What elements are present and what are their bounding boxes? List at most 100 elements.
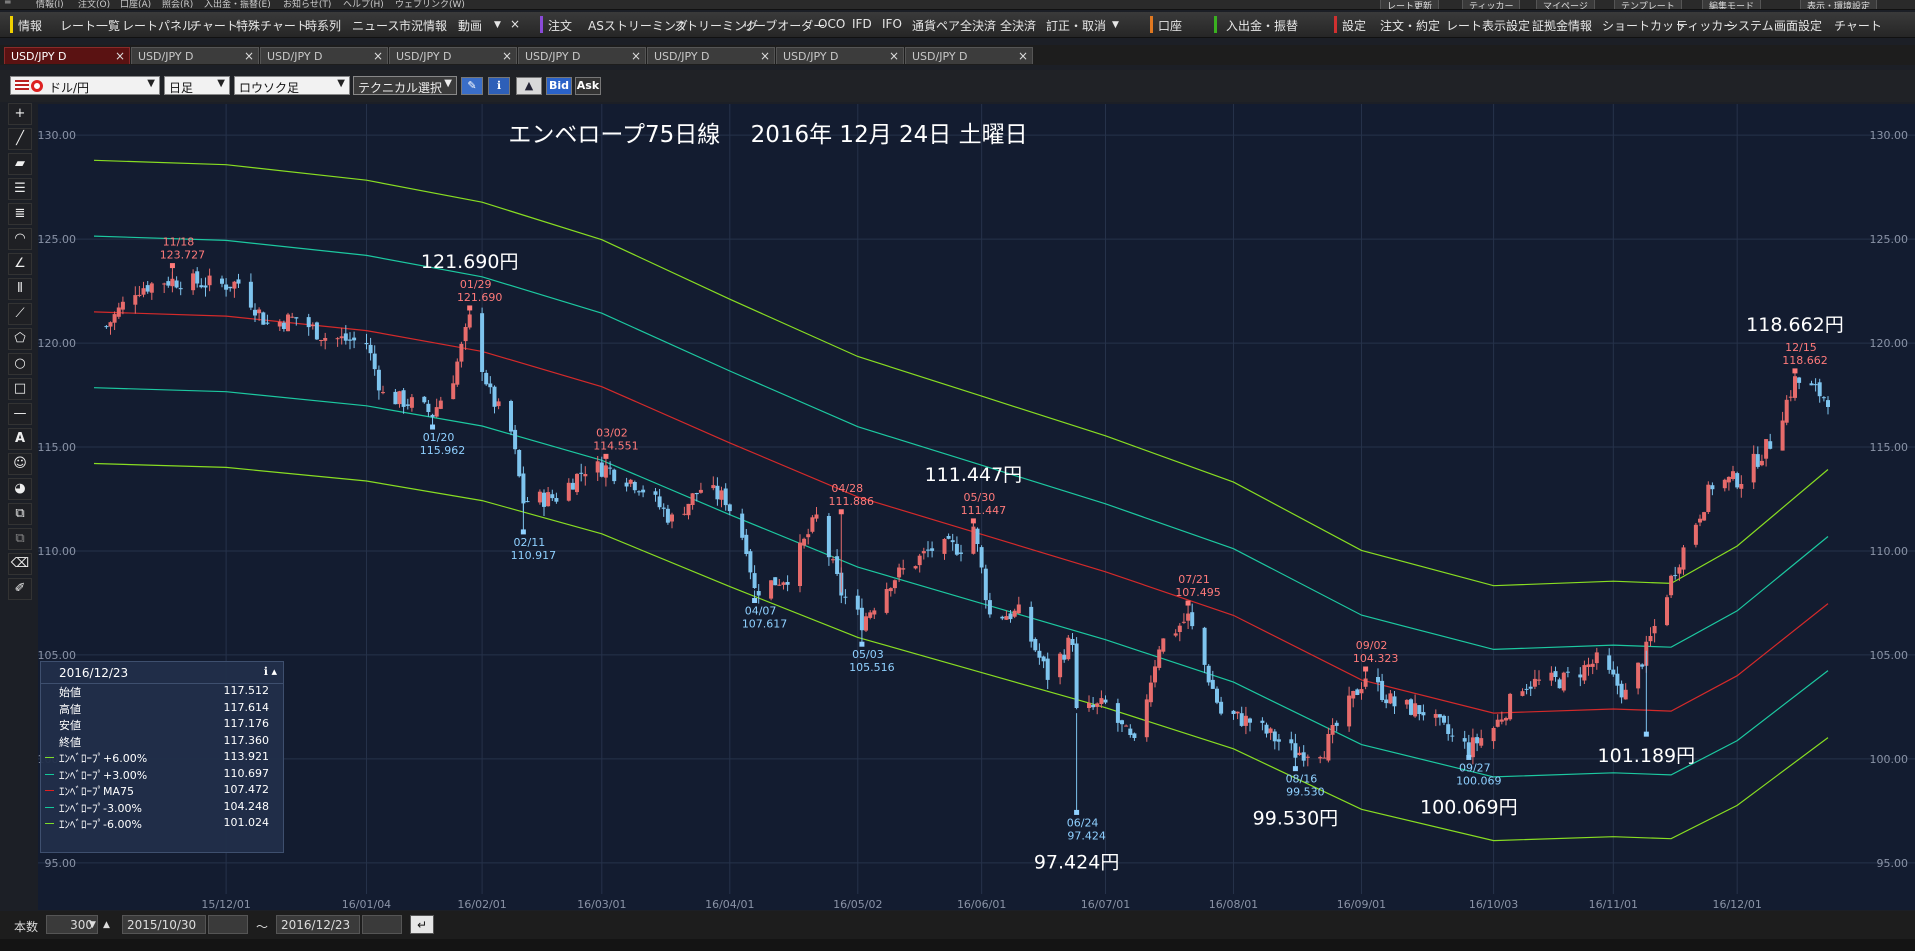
toolbar-order-dropdown-icon[interactable]: ▼ bbox=[1112, 20, 1119, 30]
app-menu-icon[interactable]: ≡ bbox=[4, 0, 12, 7]
crosshair-tool[interactable]: + bbox=[8, 103, 32, 125]
toolbar-margin-info[interactable]: 証拠金情報 bbox=[1532, 17, 1592, 34]
toolbar-settings[interactable]: 設定 bbox=[1342, 17, 1366, 34]
tab-usdjpy-7[interactable]: USD/JPY D × bbox=[776, 47, 904, 64]
timeframe-select[interactable]: 日足 ▼ bbox=[164, 76, 230, 95]
toolbar-chart-settings[interactable]: チャート bbox=[1834, 17, 1882, 34]
close-tab-icon[interactable]: × bbox=[115, 49, 125, 63]
toolbar-account[interactable]: 口座 bbox=[1158, 17, 1182, 34]
menu-help[interactable]: ヘルプ(H) bbox=[343, 0, 384, 9]
menu-account[interactable]: 口座(A) bbox=[120, 0, 151, 9]
toolbar-rate-panel[interactable]: レートパネル bbox=[122, 17, 194, 34]
price-chart[interactable]: 11/18123.727 01/20115.962 01/29121.690 121.… bbox=[38, 104, 1915, 910]
toolbar-video-dropdown-icon[interactable]: ▼ bbox=[494, 20, 501, 30]
info-button[interactable]: ℹ bbox=[488, 77, 510, 95]
toolbar-shortcut[interactable]: ショートカット bbox=[1602, 17, 1686, 34]
toolbar-pair-settle[interactable]: 通貨ペア全決済 bbox=[912, 17, 996, 34]
toolbar-ifd[interactable]: IFD bbox=[852, 17, 872, 31]
close-tab-icon[interactable]: × bbox=[631, 49, 641, 63]
tab-usdjpy-8[interactable]: USD/JPY D × bbox=[905, 47, 1033, 64]
tab-usdjpy-1[interactable]: USD/JPY D × bbox=[4, 47, 130, 64]
toolbar-market[interactable]: 市況情報 bbox=[399, 17, 447, 34]
menu-news[interactable]: お知らせ(T) bbox=[283, 0, 331, 9]
toolbar-news[interactable]: ニュース bbox=[352, 17, 399, 34]
draw-pen-button[interactable]: ✎ bbox=[461, 77, 483, 95]
count-down-icon[interactable]: ▼ bbox=[89, 920, 96, 930]
emoji-tool[interactable]: ☺ bbox=[8, 453, 32, 475]
toolbar-deposit[interactable]: 入出金・振替 bbox=[1226, 17, 1298, 34]
toolbar-info[interactable]: 情報 bbox=[18, 17, 42, 34]
toolbar-as-streaming[interactable]: ASストリーミング bbox=[588, 17, 688, 34]
copy-tool[interactable]: ⧉ bbox=[8, 503, 32, 525]
toolbar-chart[interactable]: チャート bbox=[190, 17, 238, 34]
currency-pair-select[interactable]: ドル/円 ▼ bbox=[10, 76, 160, 95]
rate-update-button[interactable]: レート更新 bbox=[1380, 0, 1440, 9]
pentagon-tool[interactable]: ⬠ bbox=[8, 328, 32, 350]
close-tab-icon[interactable]: × bbox=[502, 49, 512, 63]
line-tool[interactable]: ╱ bbox=[8, 128, 32, 150]
info-panel-toggle-icon[interactable]: ℹ ▴ bbox=[264, 665, 277, 678]
toolbar-rate-list[interactable]: レート一覧 bbox=[60, 17, 120, 34]
menu-inquiry[interactable]: 照会(R) bbox=[162, 0, 193, 9]
close-tab-icon[interactable]: × bbox=[760, 49, 770, 63]
count-up-icon[interactable]: ▲ bbox=[103, 920, 110, 930]
toolbar-order[interactable]: 注文 bbox=[548, 17, 572, 34]
tab-usdjpy-4[interactable]: USD/JPY D × bbox=[389, 47, 517, 64]
to-time-input[interactable] bbox=[362, 915, 402, 934]
menu-deposit[interactable]: 入出金・振替(E) bbox=[204, 0, 271, 9]
toolbar-oco[interactable]: OCO bbox=[818, 17, 845, 31]
close-tab-icon[interactable]: × bbox=[373, 49, 383, 63]
template-button[interactable]: テンプレート bbox=[1614, 0, 1682, 9]
hline-tool[interactable]: — bbox=[8, 403, 32, 425]
vlines-tool[interactable]: ⦀ bbox=[8, 278, 32, 300]
toolbar-settle-all[interactable]: 全決済 bbox=[1000, 17, 1036, 34]
to-date-input[interactable]: 2016/12/23 bbox=[276, 915, 360, 934]
close-tab-icon[interactable]: × bbox=[889, 49, 899, 63]
toolbar-screen-settings[interactable]: 画面設定 bbox=[1774, 17, 1822, 34]
paint-tool[interactable]: ◕ bbox=[8, 478, 32, 500]
menu-order[interactable]: 注文(O) bbox=[78, 0, 110, 9]
circle-tool[interactable]: ○ bbox=[8, 353, 32, 375]
tab-usdjpy-3[interactable]: USD/JPY D × bbox=[260, 47, 388, 64]
toolbar-rate-display[interactable]: レート表示設定 bbox=[1446, 17, 1530, 34]
fan-tool[interactable]: ◠ bbox=[8, 228, 32, 250]
technical-select[interactable]: テクニカル選択 ▼ bbox=[353, 76, 457, 95]
from-time-input[interactable] bbox=[208, 915, 248, 934]
tab-usdjpy-6[interactable]: USD/JPY D × bbox=[647, 47, 775, 64]
toolbar-order-execution[interactable]: 注文・約定 bbox=[1380, 17, 1440, 34]
eraser-tool[interactable]: ⌫ bbox=[8, 553, 32, 575]
edit-mode-button[interactable]: 編集モード bbox=[1702, 0, 1762, 9]
tab-usdjpy-2[interactable]: USD/JPY D × bbox=[131, 47, 259, 64]
toolbar-special-chart[interactable]: 特殊チャート bbox=[236, 17, 308, 34]
apply-range-button[interactable]: ↵ bbox=[410, 915, 434, 934]
close-tab-icon[interactable]: × bbox=[244, 49, 254, 63]
toolbar-timeseries[interactable]: 時系列 bbox=[305, 17, 341, 34]
rectangle-tool[interactable]: □ bbox=[8, 378, 32, 400]
volume-profile-button[interactable]: ▲ bbox=[516, 77, 542, 95]
toolbar-video[interactable]: 動画 bbox=[458, 17, 482, 34]
text-tool[interactable]: A bbox=[8, 428, 32, 450]
hlines-tool[interactable]: ☰ bbox=[8, 178, 32, 200]
chart-type-select[interactable]: ロウソク足 ▼ bbox=[234, 76, 350, 95]
from-date-input[interactable]: 2015/10/30 bbox=[122, 915, 206, 934]
angle-tool[interactable]: ∠ bbox=[8, 253, 32, 275]
pin-tool[interactable]: ✐ bbox=[8, 578, 32, 600]
hlines2-tool[interactable]: ≣ bbox=[8, 203, 32, 225]
tab-usdjpy-5[interactable]: USD/JPY D × bbox=[518, 47, 646, 64]
menu-info[interactable]: 情報(I) bbox=[36, 0, 64, 9]
toolbar-system[interactable]: システム bbox=[1726, 17, 1774, 34]
menu-weblink[interactable]: ウェブリンク(W) bbox=[395, 0, 465, 9]
mypage-button[interactable]: マイページ bbox=[1536, 0, 1595, 9]
paste-tool[interactable]: ⧉ bbox=[8, 528, 32, 550]
trend-tool[interactable]: ⟋ bbox=[8, 303, 32, 325]
ticker-menu-button[interactable]: ティッカー bbox=[1462, 0, 1521, 9]
toolbar-close-icon[interactable]: × bbox=[510, 17, 520, 31]
ask-button[interactable]: Ask bbox=[575, 77, 601, 95]
toolbar-leave-order[interactable]: リーブオーダー bbox=[742, 17, 825, 34]
toolbar-ifo[interactable]: IFO bbox=[882, 17, 902, 31]
display-settings-button[interactable]: 表示・環境設定 bbox=[1800, 0, 1878, 9]
ruler-tool[interactable]: ▰ bbox=[8, 153, 32, 175]
bid-button[interactable]: Bid bbox=[546, 77, 572, 95]
close-tab-icon[interactable]: × bbox=[1018, 49, 1028, 63]
toolbar-modify-cancel[interactable]: 訂正・取消 bbox=[1046, 17, 1106, 34]
